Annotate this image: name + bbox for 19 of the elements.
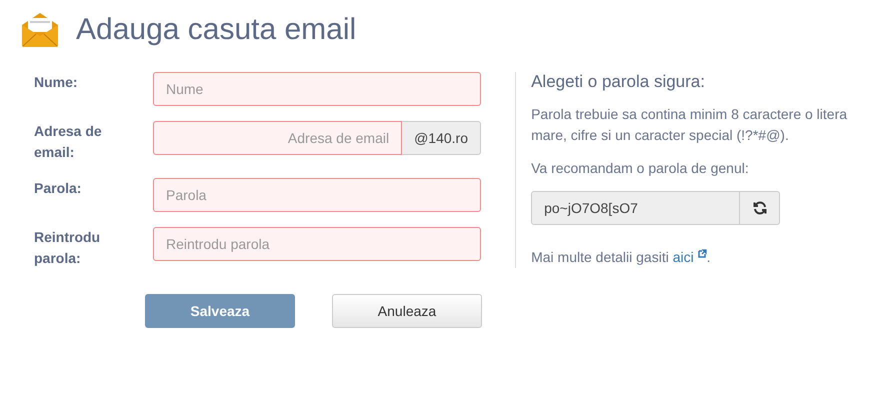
external-link-icon	[698, 249, 707, 258]
tips-heading: Alegeti o parola sigura:	[531, 72, 706, 92]
input-field[interactable]: Parola	[153, 178, 481, 212]
suggested-password-field: po~jO7O8[sO7	[531, 191, 740, 225]
page-title: Adauga casuta email	[76, 13, 356, 47]
input-field[interactable]: Reintrodu parola	[153, 227, 481, 261]
field-label: Adresa de email:	[34, 122, 103, 162]
field-label: Reintrodu parola:	[34, 228, 102, 268]
envelope-icon	[20, 12, 60, 48]
refresh-button[interactable]	[740, 191, 780, 225]
refresh-icon	[752, 201, 767, 215]
input-field[interactable]: Nume	[153, 72, 481, 106]
details-text: Mai multe detalii gasiti aici .	[531, 248, 712, 267]
password-rules: Parola trebuie sa contina minim 8 caractere o litera mare, cifre si un caracter special (!?*#@).	[531, 105, 848, 145]
suggestion-label: Va recomandam o parola de genul:	[531, 159, 750, 178]
field-label: Parola:	[34, 179, 82, 198]
cancel-button[interactable]: Anuleaza	[332, 294, 482, 328]
field-label: Nume:	[34, 73, 79, 92]
details-link[interactable]: aici	[672, 249, 707, 265]
